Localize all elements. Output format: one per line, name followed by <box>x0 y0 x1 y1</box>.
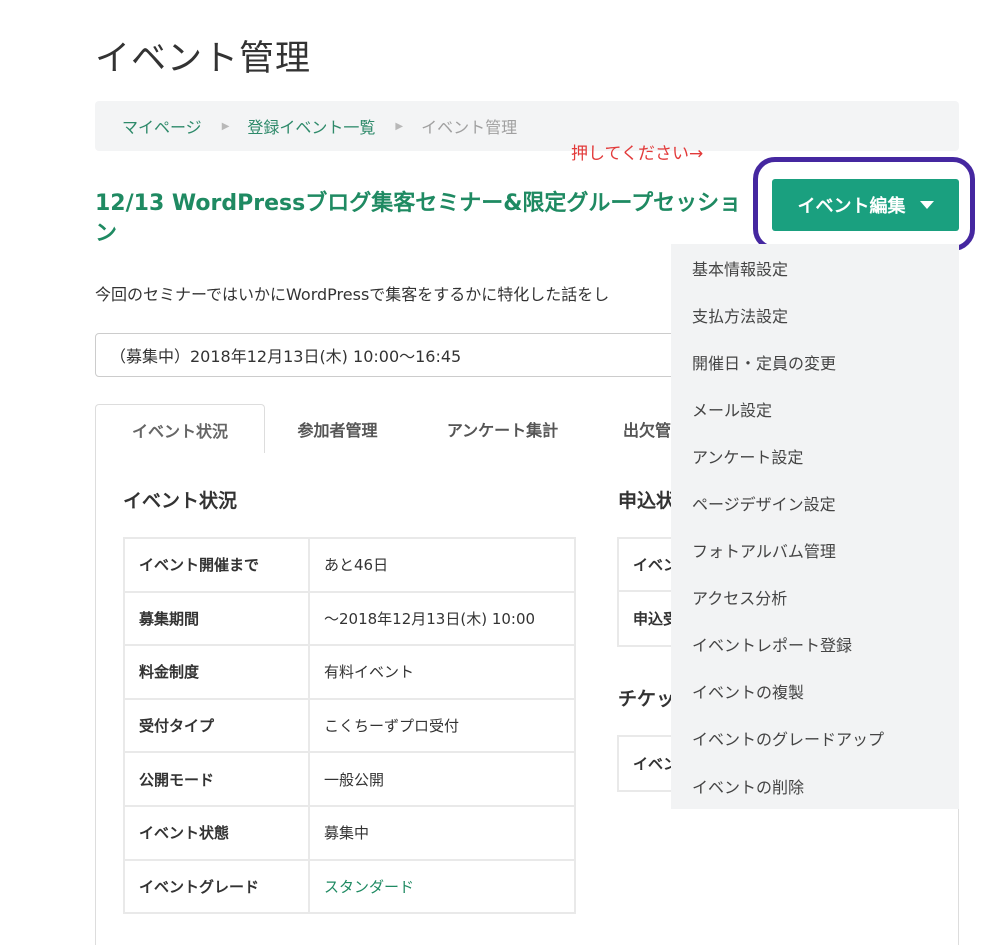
row-key: イベント開催まで <box>123 537 310 593</box>
row-value: 募集中 <box>308 804 576 861</box>
event-edit-label: イベント編集 <box>797 196 906 216</box>
menu-item-mail[interactable]: メール設定 <box>671 385 959 432</box>
table-row: 募集期間 〜2018年12月13日(木) 10:00 <box>123 590 576 647</box>
event-status-table: イベント開催まで あと46日 募集期間 〜2018年12月13日(木) 10:0… <box>123 537 576 915</box>
row-value: 一般公開 <box>308 751 576 807</box>
table-row: イベント状態 募集中 <box>123 804 576 861</box>
row-value: こくちーずプロ受付 <box>308 697 576 754</box>
menu-item-access-analysis[interactable]: アクセス分析 <box>671 574 959 621</box>
annotation-press-here: 押してください→ <box>571 144 704 164</box>
tab-attendance[interactable]: 出欠管 <box>600 404 680 454</box>
menu-item-delete[interactable]: イベントの削除 <box>671 762 959 809</box>
status-section-heading: イベント状況 <box>123 490 238 512</box>
menu-item-grade-up[interactable]: イベントのグレードアップ <box>671 715 959 762</box>
breadcrumb-event-list[interactable]: 登録イベント一覧 <box>247 114 375 138</box>
menu-item-duplicate[interactable]: イベントの複製 <box>671 668 959 715</box>
application-section-heading: 申込状 <box>618 490 676 512</box>
table-row: イベント開催まで あと46日 <box>123 537 576 593</box>
row-key: 公開モード <box>123 751 310 807</box>
menu-item-photo-album[interactable]: フォトアルバム管理 <box>671 527 959 574</box>
table-row: 受付タイプ こくちーずプロ受付 <box>123 697 576 754</box>
caret-down-icon <box>919 201 934 209</box>
tab-participants[interactable]: 参加者管理 <box>265 404 410 454</box>
breadcrumb-separator-icon: ▶ <box>221 120 230 132</box>
menu-item-basic-info[interactable]: 基本情報設定 <box>671 244 959 291</box>
page-title: イベント管理 <box>95 39 312 79</box>
event-date-select[interactable]: （募集中）2018年12月13日(木) 10:00〜16:45 <box>95 333 695 377</box>
row-key: 料金制度 <box>123 644 310 700</box>
row-key: 募集期間 <box>123 590 310 647</box>
menu-item-survey[interactable]: アンケート設定 <box>671 432 959 479</box>
grade-link[interactable]: スタンダード <box>324 878 414 896</box>
event-description: 今回のセミナーではいかにWordPressで集客をするかに特化した話をし <box>95 285 610 304</box>
breadcrumb-current: イベント管理 <box>421 118 518 137</box>
menu-item-event-report[interactable]: イベントレポート登録 <box>671 621 959 668</box>
tab-survey-results[interactable]: アンケート集計 <box>415 404 590 454</box>
menu-item-payment[interactable]: 支払方法設定 <box>671 291 959 338</box>
row-key: イベントグレード <box>123 858 310 915</box>
table-row: 公開モード 一般公開 <box>123 751 576 807</box>
row-key: イベント状態 <box>123 804 310 861</box>
tab-event-status[interactable]: イベント状況 <box>95 404 265 455</box>
breadcrumb-separator-icon: ▶ <box>395 120 404 132</box>
event-date-selected: （募集中）2018年12月13日(木) 10:00〜16:45 <box>110 347 462 366</box>
breadcrumb: マイページ ▶ 登録イベント一覧 ▶ イベント管理 <box>95 101 959 151</box>
event-edit-dropdown: 基本情報設定 支払方法設定 開催日・定員の変更 メール設定 アンケート設定 ペー… <box>671 244 959 809</box>
event-title: 12/13 WordPressブログ集客セミナー&限定グループセッション <box>95 191 742 246</box>
menu-item-date-capacity[interactable]: 開催日・定員の変更 <box>671 338 959 385</box>
menu-item-page-design[interactable]: ページデザイン設定 <box>671 479 959 526</box>
event-edit-button[interactable]: イベント編集 <box>772 179 959 231</box>
row-key: 受付タイプ <box>123 697 310 754</box>
tab-bar: イベント状況 参加者管理 アンケート集計 出欠管 <box>95 404 695 455</box>
table-row: イベントグレード スタンダード <box>123 858 576 915</box>
row-value: 〜2018年12月13日(木) 10:00 <box>308 590 576 647</box>
table-row: 料金制度 有料イベント <box>123 644 576 700</box>
row-value: 有料イベント <box>308 644 576 700</box>
row-value: スタンダード <box>308 858 576 915</box>
row-value: あと46日 <box>308 537 576 593</box>
breadcrumb-mypage[interactable]: マイページ <box>122 114 202 138</box>
ticket-section-heading: チケッ <box>618 688 676 710</box>
